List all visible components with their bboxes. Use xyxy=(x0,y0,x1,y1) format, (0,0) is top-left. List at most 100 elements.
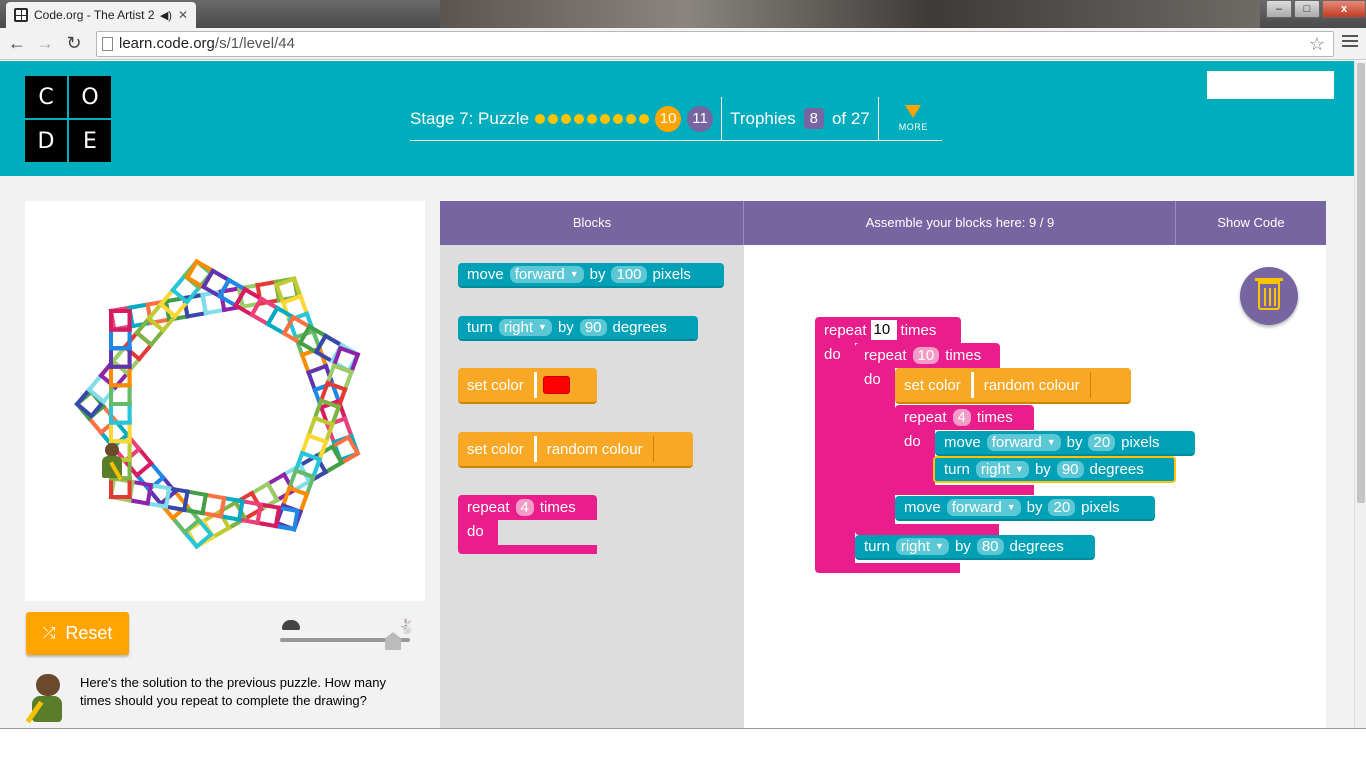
speaker-icon: ◀) xyxy=(159,9,172,22)
chrome-menu-icon[interactable] xyxy=(1342,35,1358,51)
drawn-line xyxy=(163,504,187,513)
drawn-line xyxy=(134,460,154,479)
toolbox-repeat-block[interactable]: repeat 4 times do xyxy=(458,495,597,554)
trophies-total: of 27 xyxy=(831,108,870,128)
browser-tab[interactable]: Code.org - The Artist 2 ◀) ✕ xyxy=(6,2,196,28)
dropdown-arrow-icon: ▼ xyxy=(1006,502,1016,512)
trash-can-button[interactable] xyxy=(1240,267,1298,325)
block-keyword: times xyxy=(900,321,937,339)
repeat-header: repeat 10 times xyxy=(815,317,961,343)
random-colour-block[interactable]: random colour xyxy=(533,436,654,462)
drawn-line xyxy=(200,292,209,316)
logo-letter: O xyxy=(69,76,111,118)
minimize-button[interactable]: – xyxy=(1266,0,1292,18)
number-field[interactable]: 20 xyxy=(1048,499,1076,516)
direction-dropdown[interactable]: forward ▼ xyxy=(946,499,1021,516)
block-keyword: do xyxy=(864,371,881,388)
drawn-line xyxy=(255,520,279,529)
color-picker[interactable] xyxy=(533,372,570,398)
toolbox-set-random-color-block[interactable]: set color random colour xyxy=(458,432,693,468)
number-field[interactable]: 80 xyxy=(976,538,1004,555)
completed-level-dot[interactable] xyxy=(613,113,624,124)
address-bar[interactable]: learn.code.org/s/1/level/44 ☆ xyxy=(96,31,1334,57)
drawn-line xyxy=(265,471,287,487)
toolbox-turn-block[interactable]: turn right ▼ by 90 degrees xyxy=(458,316,698,341)
repeat-footer xyxy=(498,545,597,554)
tab-close-icon[interactable]: ✕ xyxy=(178,8,188,22)
block-keyword: do xyxy=(824,346,841,363)
completed-level-dot[interactable] xyxy=(600,113,611,124)
number-field[interactable]: 4 xyxy=(515,499,534,516)
drawn-line xyxy=(218,495,227,519)
scrollbar-thumb[interactable] xyxy=(1357,63,1365,503)
repeat-count-input[interactable]: 10 xyxy=(870,320,897,340)
workspace-header: Blocks Assemble your blocks here: 9 / 9 … xyxy=(440,201,1326,245)
completed-level-dot[interactable] xyxy=(548,113,559,124)
program-inner-turn-block[interactable]: turn right ▼ by 90 degrees xyxy=(933,456,1176,483)
block-keyword: repeat xyxy=(467,499,510,516)
number-field[interactable]: 20 xyxy=(1088,434,1116,451)
close-window-button[interactable]: x xyxy=(1322,0,1366,18)
show-code-button[interactable]: Show Code xyxy=(1176,201,1326,245)
more-button[interactable]: MORE xyxy=(899,105,928,132)
dropdown-arrow-icon: ▼ xyxy=(569,269,579,279)
number-field[interactable]: 10 xyxy=(912,347,940,364)
speed-slider[interactable]: 🐇 xyxy=(280,618,420,650)
divider xyxy=(877,96,879,141)
reload-icon[interactable]: ↻ xyxy=(63,33,85,53)
number-field[interactable]: 100 xyxy=(611,266,647,283)
block-keyword: turn xyxy=(864,538,890,555)
drawn-line xyxy=(185,489,209,498)
completed-level-dot[interactable] xyxy=(574,113,585,124)
direction-dropdown[interactable]: right ▼ xyxy=(498,319,552,336)
completed-level-dot[interactable] xyxy=(626,113,637,124)
reset-button[interactable]: ⤮ Reset xyxy=(26,612,129,655)
instructions-text: Here's the solution to the previous puzz… xyxy=(80,675,386,708)
header-user-box[interactable] xyxy=(1207,71,1334,99)
stage-label[interactable]: Stage 7: Puzzle xyxy=(410,109,529,129)
trophies-count: 8 xyxy=(803,108,824,129)
direction-dropdown[interactable]: forward ▼ xyxy=(986,434,1061,451)
direction-dropdown[interactable]: right ▼ xyxy=(895,538,949,555)
program-middle-move-block[interactable]: move forward ▼ by 20 pixels xyxy=(895,496,1155,521)
forward-icon[interactable]: → xyxy=(34,33,56,53)
dropdown-arrow-icon: ▼ xyxy=(1015,464,1024,474)
number-field[interactable]: 90 xyxy=(579,319,607,336)
toolbox-move-block[interactable]: move forward ▼ by 100 pixels xyxy=(458,263,724,288)
completed-level-dot[interactable] xyxy=(639,113,650,124)
site-header: C O D E Stage 7: Puzzle 10 11 Trophies 8… xyxy=(0,61,1354,176)
browser-toolbar: ← → ↻ learn.code.org/s/1/level/44 ☆ xyxy=(0,28,1366,60)
toolbox-set-color-block[interactable]: set color xyxy=(458,368,597,404)
artist-avatar-icon xyxy=(25,674,66,724)
url-host: learn.code.org xyxy=(119,35,215,52)
drawn-line xyxy=(136,341,154,362)
drawn-line xyxy=(127,302,150,311)
drawn-line xyxy=(322,460,345,475)
drawn-line xyxy=(86,372,104,393)
dropdown-arrow-icon: ▼ xyxy=(935,541,944,551)
direction-dropdown[interactable]: forward ▼ xyxy=(509,266,584,283)
bottom-bar xyxy=(0,728,1366,768)
random-colour-block[interactable]: random colour xyxy=(970,372,1091,398)
completed-level-dot[interactable] xyxy=(535,113,546,124)
direction-dropdown[interactable]: right ▼ xyxy=(975,461,1029,478)
next-level-bubble[interactable]: 11 xyxy=(687,105,714,132)
code-logo[interactable]: C O D E xyxy=(25,76,111,162)
bookmark-star-icon[interactable]: ☆ xyxy=(1309,32,1325,56)
drawn-line xyxy=(169,515,188,536)
number-field[interactable]: 90 xyxy=(1056,461,1084,478)
artist-character-icon xyxy=(100,443,124,483)
drawn-line xyxy=(134,329,154,348)
completed-level-dot[interactable] xyxy=(561,113,572,124)
page-scrollbar[interactable] xyxy=(1354,61,1366,728)
back-icon[interactable]: ← xyxy=(6,33,28,53)
maximize-button[interactable]: □ xyxy=(1294,0,1320,18)
drawn-line xyxy=(200,492,209,516)
number-field[interactable]: 4 xyxy=(952,409,971,426)
completed-level-dot[interactable] xyxy=(587,113,598,124)
program-outer-turn-block[interactable]: turn right ▼ by 80 degrees xyxy=(855,535,1095,560)
program-set-color-block[interactable]: set color random colour xyxy=(895,368,1131,404)
program-inner-move-block[interactable]: move forward ▼ by 20 pixels xyxy=(935,431,1195,456)
color-swatch[interactable] xyxy=(542,376,570,394)
current-level-bubble[interactable]: 10 xyxy=(655,105,682,132)
